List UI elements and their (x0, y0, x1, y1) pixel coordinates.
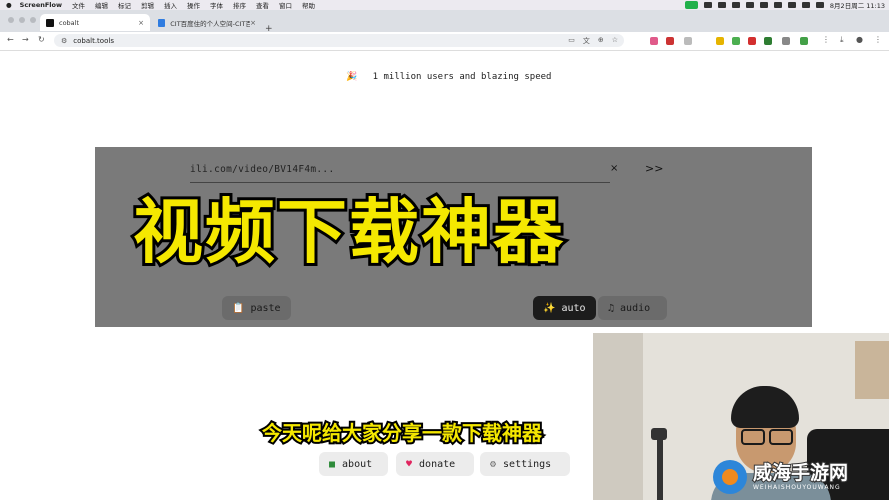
link-input[interactable]: ili.com/video/BV14F4m... (190, 164, 334, 175)
forward-icon[interactable]: → (22, 35, 29, 44)
profile-icon[interactable]: ● (856, 35, 863, 44)
menu-item-font[interactable]: 字体 (210, 0, 223, 10)
close-tab-icon[interactable]: × (250, 19, 256, 27)
menu-item-mark[interactable]: 标记 (118, 0, 131, 10)
announcement-banner[interactable]: 🎉 1 million users and blazing speed (346, 72, 551, 82)
overlay-title: 视频下载神器 (130, 188, 566, 276)
back-icon[interactable]: ← (7, 35, 14, 44)
menu-item-file[interactable]: 文件 (72, 0, 85, 10)
status-icon[interactable] (731, 2, 740, 8)
tab-title: cobalt (59, 18, 80, 27)
extension-icon[interactable] (782, 37, 790, 45)
control-center-icon[interactable] (815, 2, 824, 8)
zoom-icon[interactable]: ⊕ (598, 36, 604, 46)
about-button[interactable]: ■ about (319, 452, 388, 476)
address-url: cobalt.tools (73, 36, 114, 45)
browser-tab-bar: cobalt × CIT百度住的个人空间-CIT百问 × + (0, 10, 889, 34)
extension-icon[interactable] (748, 37, 756, 45)
extension-icon[interactable] (684, 37, 692, 45)
cast-icon[interactable]: ▭ (568, 36, 575, 46)
reload-icon[interactable]: ↻ (38, 35, 45, 44)
menu-item-arrange[interactable]: 排序 (233, 0, 246, 10)
download-submit-button[interactable]: >> (645, 162, 663, 175)
menu-item-view[interactable]: 查看 (256, 0, 269, 10)
microphone-stand (657, 433, 663, 500)
about-icon: ■ (329, 458, 336, 470)
glasses-icon (769, 429, 793, 445)
donate-label: donate (419, 458, 456, 470)
status-icon[interactable] (717, 2, 726, 8)
battery-icon[interactable] (773, 2, 782, 8)
site-watermark: 威海手游网 WEIHAISHOUYOUWANG (713, 460, 849, 494)
audio-label: audio (620, 302, 651, 314)
paste-label: paste (250, 302, 281, 314)
announcement-text: 1 million users and blazing speed (372, 72, 552, 82)
menu-item-clip[interactable]: 剪辑 (141, 0, 154, 10)
clear-input-button[interactable]: × (610, 163, 618, 174)
party-popper-icon: 🎉 (346, 72, 358, 82)
webcam-door (593, 333, 643, 500)
auto-mode-button[interactable]: ✨ auto (533, 296, 596, 320)
gear-icon: ⚙ (490, 458, 497, 470)
menu-item-help[interactable]: 帮助 (302, 0, 315, 10)
donate-button[interactable]: ♥ donate (396, 452, 474, 476)
extension-icon[interactable] (732, 37, 740, 45)
status-icon[interactable] (703, 2, 712, 8)
menu-item-edit[interactable]: 编辑 (95, 0, 108, 10)
close-tab-icon[interactable]: × (138, 19, 144, 27)
site-favicon-icon (158, 18, 166, 27)
video-subtitle: 今天呢给大家分享一款下载神器 (260, 419, 544, 447)
minimize-window-icon[interactable] (19, 17, 25, 23)
status-icon[interactable] (759, 2, 768, 8)
search-icon[interactable] (801, 2, 810, 8)
watermark-latin: WEIHAISHOUYOUWANG (753, 484, 841, 491)
wifi-icon[interactable] (787, 2, 796, 8)
sparkles-icon: ✨ (543, 302, 556, 314)
extensions-menu-icon[interactable]: ⋮ (822, 35, 830, 44)
heart-icon: ♥ (406, 458, 413, 470)
webcam-shelf (855, 341, 889, 399)
site-info-icon[interactable]: ⚙ (61, 37, 67, 45)
apple-menu-icon[interactable]: ● (6, 1, 12, 9)
glasses-icon (741, 429, 765, 445)
window-controls (8, 17, 36, 23)
about-label: about (342, 458, 373, 470)
extension-icon[interactable] (800, 37, 808, 45)
extension-icon[interactable] (666, 37, 674, 45)
translate-icon[interactable]: 文 (583, 36, 590, 46)
tab-title: CIT百度住的个人空间-CIT百问 (170, 19, 251, 28)
auto-label: auto (561, 302, 586, 314)
cobalt-favicon-icon (46, 18, 54, 27)
settings-label: settings (503, 458, 552, 470)
bookmark-star-icon[interactable]: ☆ (612, 36, 618, 46)
facetime-icon[interactable] (684, 1, 698, 9)
settings-button[interactable]: ⚙ settings (480, 452, 570, 476)
clipboard-icon: 📋 (232, 302, 245, 314)
status-area: 8月2日周二 11:13 (684, 0, 885, 10)
menu-clock[interactable]: 8月2日周二 11:13 (830, 0, 885, 10)
extension-icon[interactable] (650, 37, 658, 45)
audio-mode-button[interactable]: ♫ audio (598, 296, 667, 320)
browser-toolbar: ← → ↻ ⚙ cobalt.tools ▭ 文 ⊕ ☆ ⋮ ⤓ ● ⋮ (0, 32, 889, 51)
watermark-text: 威海手游网 WEIHAISHOUYOUWANG (752, 462, 849, 492)
close-window-icon[interactable] (8, 17, 14, 23)
menu-item-insert[interactable]: 插入 (164, 0, 177, 10)
menu-item-window[interactable]: 窗口 (279, 0, 292, 10)
download-icon[interactable]: ⤓ (840, 35, 844, 45)
status-icon[interactable] (745, 2, 754, 8)
zoom-window-icon[interactable] (30, 17, 36, 23)
more-menu-icon[interactable]: ⋮ (874, 35, 882, 44)
watermark-logo-icon (713, 460, 747, 494)
tab-cobalt[interactable]: cobalt × (40, 14, 150, 31)
watermark-name: 威海手游网 (752, 462, 849, 485)
address-bar[interactable]: ⚙ cobalt.tools ▭ 文 ⊕ ☆ (54, 34, 624, 47)
tab-bilibili-space[interactable]: CIT百度住的个人空间-CIT百问 × (152, 14, 262, 31)
extension-icon[interactable] (716, 37, 724, 45)
macos-menu-bar: ● ScreenFlow 文件 编辑 标记 剪辑 插入 操作 字体 排序 查看 … (0, 0, 889, 10)
menu-item-action[interactable]: 操作 (187, 0, 200, 10)
extension-icon[interactable] (764, 37, 772, 45)
menu-app-name[interactable]: ScreenFlow (20, 1, 62, 9)
paste-button[interactable]: 📋 paste (222, 296, 291, 320)
music-notes-icon: ♫ (608, 302, 615, 314)
